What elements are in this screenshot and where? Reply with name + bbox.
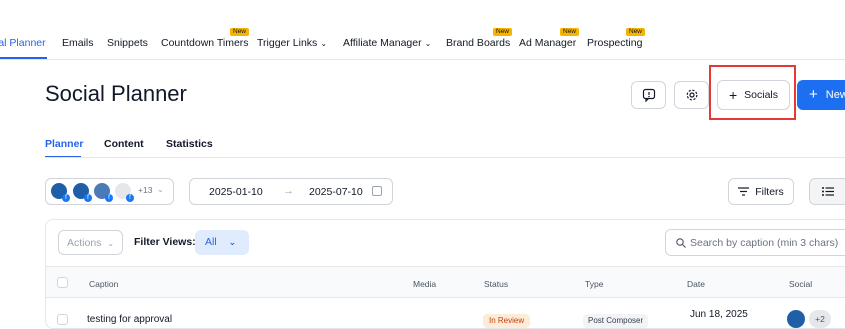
nav-item-ad-manager[interactable]: Ad Manager bbox=[519, 37, 576, 49]
account-avatar: f bbox=[50, 182, 70, 202]
facebook-icon: f bbox=[62, 194, 70, 202]
row-checkbox[interactable] bbox=[57, 314, 68, 325]
new-button-label: New bbox=[825, 89, 845, 101]
filters-button-label: Filters bbox=[755, 185, 784, 198]
chevron-down-icon: ⌄ bbox=[157, 185, 164, 194]
chevron-down-icon: ⌄ bbox=[228, 237, 237, 247]
calendar-icon bbox=[372, 186, 382, 196]
search-input[interactable]: Search by caption (min 3 chars) bbox=[665, 229, 845, 256]
date-to: 2025-07-10 bbox=[309, 186, 363, 198]
new-badge-brand-boards: New bbox=[493, 28, 513, 36]
socials-highlight-box bbox=[709, 65, 796, 120]
row-caption[interactable]: testing for approval bbox=[87, 314, 172, 325]
new-badge-prospecting: New bbox=[626, 28, 646, 36]
new-badge-countdown-timers: New bbox=[230, 28, 250, 36]
chevron-down-icon: ⌄ bbox=[320, 39, 328, 48]
settings-button[interactable] bbox=[674, 81, 709, 109]
filter-icon bbox=[738, 187, 750, 196]
facebook-icon: f bbox=[105, 194, 113, 202]
affiliate-manager-label: Affiliate Manager bbox=[343, 37, 422, 49]
date-from: 2025-01-10 bbox=[209, 186, 263, 198]
social-account-avatar bbox=[787, 310, 805, 328]
row-date: Jun 18, 2025 bbox=[690, 309, 748, 320]
nav-item-countdown-timers[interactable]: Countdown Timers bbox=[161, 37, 249, 49]
column-caption[interactable]: Caption bbox=[89, 279, 118, 289]
list-view-toggle[interactable] bbox=[809, 178, 845, 205]
nav-item-trigger-links[interactable]: Trigger Links ⌄ bbox=[257, 37, 327, 49]
tab-content[interactable]: Content bbox=[104, 138, 144, 150]
tabs-divider bbox=[45, 157, 845, 158]
feedback-button[interactable] bbox=[631, 81, 666, 109]
actions-label: Actions bbox=[67, 237, 102, 249]
tab-statistics[interactable]: Statistics bbox=[166, 138, 213, 150]
list-icon bbox=[822, 187, 834, 196]
search-placeholder: Search by caption (min 3 chars) bbox=[690, 237, 839, 249]
table-header: Caption Media Status Type Date Social bbox=[46, 266, 845, 298]
new-post-button[interactable]: + New bbox=[797, 80, 845, 110]
message-alert-icon bbox=[642, 88, 655, 102]
filter-view-all-dropdown[interactable]: All ⌄ bbox=[195, 230, 249, 255]
arrow-right-icon: → bbox=[283, 185, 294, 197]
nav-item-brand-boards[interactable]: Brand Boards bbox=[446, 37, 510, 49]
account-avatar: f bbox=[72, 182, 92, 202]
select-all-checkbox[interactable] bbox=[57, 277, 68, 288]
nav-item-emails[interactable]: Emails bbox=[62, 37, 94, 49]
type-badge: Post Composer bbox=[583, 314, 649, 328]
new-badge-ad-manager: New bbox=[560, 28, 580, 36]
nav-active-underline bbox=[0, 57, 47, 59]
column-social: Social bbox=[789, 279, 813, 289]
chevron-down-icon: ⌄ bbox=[424, 39, 432, 48]
account-avatar: f bbox=[114, 182, 134, 202]
filters-button[interactable]: Filters bbox=[728, 178, 794, 205]
plus-icon: + bbox=[809, 86, 818, 103]
column-media: Media bbox=[413, 279, 437, 289]
page-title: Social Planner bbox=[45, 81, 187, 106]
account-selector[interactable]: f f f f +13 ⌄ bbox=[45, 178, 174, 205]
date-range-picker[interactable]: 2025-01-10 → 2025-07-10 bbox=[189, 178, 393, 205]
account-avatar: f bbox=[93, 182, 113, 202]
nav-item-social-planner[interactable]: ial Planner bbox=[0, 37, 46, 49]
nav-item-snippets[interactable]: Snippets bbox=[107, 37, 148, 49]
nav-item-affiliate-manager[interactable]: Affiliate Manager ⌄ bbox=[343, 37, 431, 49]
social-more-count: +2 bbox=[809, 310, 831, 328]
nav-item-prospecting[interactable]: Prospecting bbox=[587, 37, 642, 49]
facebook-icon: f bbox=[84, 194, 92, 202]
column-date[interactable]: Date bbox=[687, 279, 705, 289]
all-label: All bbox=[205, 236, 217, 248]
tab-planner[interactable]: Planner bbox=[45, 138, 84, 150]
status-badge: In Review bbox=[483, 314, 531, 328]
column-type: Type bbox=[585, 279, 604, 289]
search-icon bbox=[676, 238, 686, 248]
more-accounts-count: +13 bbox=[138, 185, 153, 195]
filter-views-label: Filter Views: bbox=[134, 236, 196, 248]
column-status: Status bbox=[484, 279, 509, 289]
top-nav: ial Planner Emails Snippets Countdown Ti… bbox=[0, 0, 845, 60]
facebook-icon: f bbox=[126, 194, 134, 202]
trigger-links-label: Trigger Links bbox=[257, 37, 318, 49]
chevron-down-icon: ⌄ bbox=[107, 239, 115, 248]
actions-dropdown[interactable]: Actions ⌄ bbox=[58, 230, 123, 255]
gear-icon bbox=[686, 89, 697, 101]
